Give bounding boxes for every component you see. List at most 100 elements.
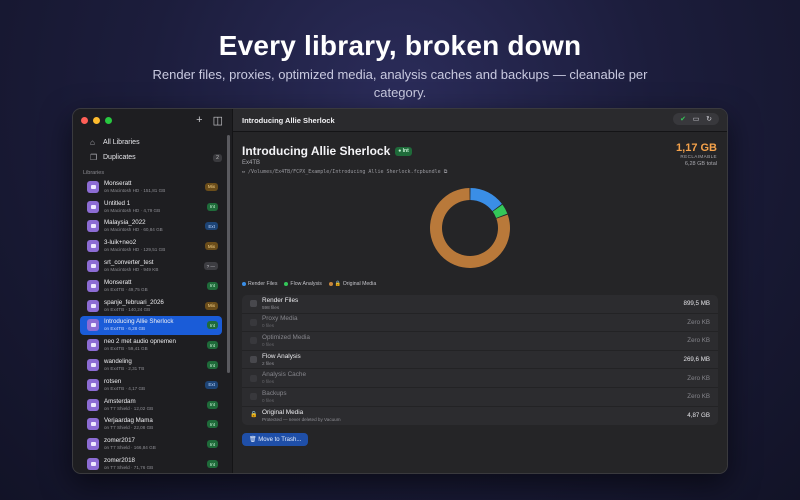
library-text: spanje_februari_2026 on Ex4TB · 140,24 GB	[104, 299, 205, 313]
library-icon	[87, 359, 99, 372]
category-checkbox[interactable]	[250, 337, 257, 345]
sidebar-toggle-icon[interactable]: ◫	[213, 114, 223, 127]
library-name: Untitled 1	[104, 199, 131, 207]
library-icon	[87, 418, 99, 431]
refresh-icon[interactable]: ↻	[704, 115, 714, 123]
library-item[interactable]: wandeling on Ex4TB · 2,31 TB Int	[80, 355, 222, 375]
library-item[interactable]: spanje_februari_2026 on Ex4TB · 140,24 GB…	[80, 296, 222, 316]
library-kind-badge: Ext	[205, 222, 218, 231]
library-kind-badge: Int	[206, 321, 218, 330]
library-icon	[87, 180, 99, 193]
window-controls	[81, 117, 112, 124]
library-item[interactable]: Monseratt on Macintosh HD · 151,81 GB Mix	[80, 177, 222, 197]
library-item[interactable]: rotsen on Ex4TB · 4,17 GB Ext	[80, 375, 222, 395]
category-row[interactable]: Optimized Media 0 files Zero KB	[242, 332, 718, 351]
library-meta: on Ex4TB · 4,17 GB	[104, 385, 146, 391]
library-text: rotsen on Ex4TB · 4,17 GB	[104, 378, 205, 392]
library-meta: on Macintosh HD · 949 KB	[104, 267, 159, 273]
library-icon	[87, 339, 99, 352]
category-name: Optimized Media	[262, 333, 310, 341]
library-item[interactable]: Monseratt on Ex4TB · 49,75 GB Int	[80, 276, 222, 296]
library-item[interactable]: 3-luik+neo2 on Macintosh HD · 129,51 GB Mi…	[80, 236, 222, 256]
sidebar-toolbar: + ◫	[196, 114, 223, 127]
libraries-section-label: Libraries	[83, 170, 105, 176]
trash-icon: 🗑	[249, 437, 257, 443]
category-name: Proxy Media	[262, 315, 298, 323]
library-kind-badge: Int	[206, 281, 218, 290]
move-to-trash-button[interactable]: 🗑 Move to Trash...	[242, 433, 309, 446]
duplicates-count: 2	[212, 153, 222, 162]
reclaimable-size: 1,17 GB	[676, 142, 717, 154]
nav-all-libraries[interactable]: ⌂ All Libraries	[81, 135, 222, 150]
library-text: 3-luik+neo2 on Macintosh HD · 129,51 GB	[104, 239, 205, 253]
category-checkbox[interactable]	[250, 356, 257, 364]
library-title-text: Introducing Allie Sherlock	[242, 144, 391, 158]
category-size: Zero KB	[687, 337, 710, 345]
plus-icon[interactable]: +	[196, 114, 202, 127]
category-file-count: 0 files	[262, 379, 275, 385]
category-text: Original Media Protected — never deleted …	[262, 409, 687, 423]
library-kind-badge: Int	[206, 361, 218, 370]
library-icon	[87, 378, 99, 391]
library-item[interactable]: Malaysia_2022 on Macintosh HD · 60,84 GB E…	[80, 217, 222, 237]
home-icon: ⌂	[90, 138, 95, 147]
donut-slice-render-files[interactable]	[470, 188, 502, 212]
library-item[interactable]: srt_converter_test on Macintosh HD · 949 …	[80, 256, 222, 276]
library-item[interactable]: Introducing Allie Sherlock on Ex4TB · 6,2…	[80, 315, 222, 336]
category-text: Flow Analysis 2 files	[262, 353, 684, 367]
category-size: 899,5 MB	[683, 300, 710, 308]
library-text: Malaysia_2022 on Macintosh HD · 60,84 GB	[104, 219, 205, 233]
library-item[interactable]: Verjaardag Mama on T7 Shield · 22,08 GB In…	[80, 415, 222, 435]
category-size: Zero KB	[687, 393, 710, 401]
library-kind-badge: Ext	[205, 380, 218, 389]
library-icon	[87, 240, 99, 253]
minimize-window-button[interactable]	[93, 117, 100, 124]
category-row[interactable]: Analysis Cache 0 files Zero KB	[242, 369, 718, 388]
category-text: Analysis Cache 0 files	[262, 371, 687, 385]
category-row[interactable]: Render Files 598 files 899,5 MB	[242, 295, 718, 314]
library-kind-badge: Int	[206, 400, 218, 409]
duplicate-icon: ❐	[90, 153, 98, 162]
library-text: Amsterdam on T7 Shield · 12,02 GB	[104, 398, 207, 412]
category-checkbox[interactable]	[250, 374, 257, 382]
close-window-button[interactable]	[81, 117, 88, 124]
category-row[interactable]: Proxy Media 0 files Zero KB	[242, 314, 718, 333]
library-text: neo 2 met audio opnemen on Ex4TB · 59,41 …	[104, 338, 207, 352]
category-checkbox[interactable]	[250, 393, 257, 401]
library-item[interactable]: neo 2 met audio opnemen on Ex4TB · 59,41 …	[80, 335, 222, 355]
library-item[interactable]: zomer2017 on T7 Shield · 166,84 GB Int	[80, 434, 222, 454]
nav-duplicates[interactable]: ❐ Duplicates 2	[81, 150, 222, 165]
title-bar: Introducing Allie Sherlock ✔ ▭ ↻	[233, 109, 727, 132]
category-row[interactable]: Backups 0 files Zero KB	[242, 388, 718, 407]
legend-item: Render Files	[242, 281, 277, 287]
lock-icon: 🔒	[250, 412, 258, 419]
library-item[interactable]: Untitled 1 on Macintosh HD · 4,79 GB Int	[80, 197, 222, 217]
library-icon	[87, 299, 99, 312]
library-item[interactable]: zomer2018 on T7 Shield · 71,76 GB Int	[80, 454, 222, 473]
library-meta: on Macintosh HD · 4,79 GB	[104, 207, 161, 213]
library-kind-badge: Int	[206, 440, 218, 449]
library-name: zomer2017	[104, 437, 135, 445]
toolbar-group: ✔ ▭ ↻	[673, 113, 719, 125]
clean-check-icon[interactable]: ✔	[678, 115, 688, 123]
category-checkbox[interactable]	[250, 300, 257, 308]
nav-label: All Libraries	[103, 139, 140, 146]
legend-swatch	[284, 281, 289, 286]
legend-label: Flow Analysis	[290, 281, 322, 287]
hero-title: Every library, broken down	[218, 30, 582, 61]
library-item[interactable]: Amsterdam on T7 Shield · 12,02 GB Int	[80, 395, 222, 415]
reveal-in-finder-icon[interactable]: ⧉	[444, 169, 448, 175]
folder-icon[interactable]: ▭	[691, 115, 701, 123]
reclaimable-label: RECLAIMABLE	[680, 154, 717, 159]
library-text: Verjaardag Mama on T7 Shield · 22,08 GB	[104, 417, 207, 431]
library-text: Introducing Allie Sherlock on Ex4TB · 6,2…	[104, 318, 207, 332]
library-name: rotsen	[104, 377, 122, 385]
size-summary: 1,17 GB RECLAIMABLE 6,28 GB total	[676, 142, 717, 167]
zoom-window-button[interactable]	[105, 117, 112, 124]
category-row[interactable]: Flow Analysis 2 files 269,6 MB	[242, 351, 718, 370]
category-name: Render Files	[262, 296, 299, 304]
category-checkbox[interactable]	[250, 318, 257, 326]
detail-pane: Introducing Allie Sherlock ✔ ▭ ↻ Introdu…	[233, 109, 727, 473]
badge-label: Int	[402, 148, 409, 154]
sidebar-scrollbar[interactable]	[227, 135, 230, 373]
